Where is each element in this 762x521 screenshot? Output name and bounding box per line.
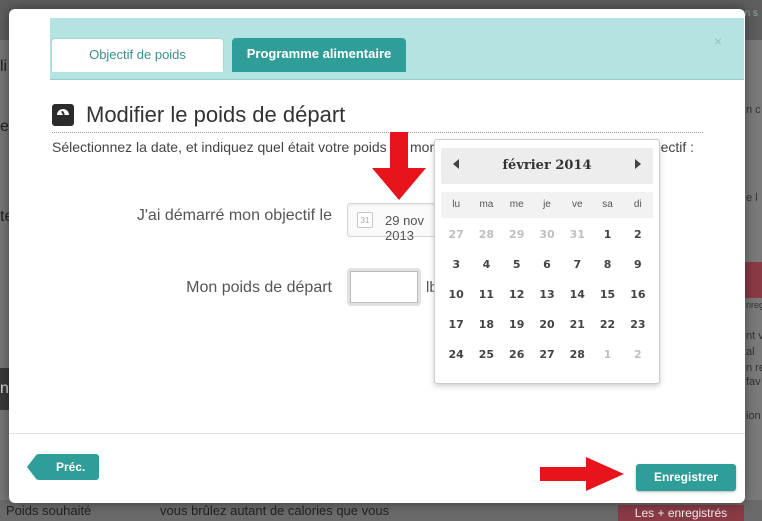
datepicker-day[interactable]: 17 [441,310,471,340]
previous-button[interactable]: Préc. [26,454,100,480]
datepicker-day[interactable]: 1 [592,340,622,370]
datepicker-day[interactable]: 25 [471,340,501,370]
datepicker-day[interactable]: 3 [441,250,471,280]
weekday-label: je [543,199,551,210]
datepicker-day[interactable]: 19 [502,310,532,340]
start-weight-field-wrapper [347,268,421,306]
datepicker-day[interactable]: 27 [532,340,562,370]
datepicker-day[interactable]: 21 [562,310,592,340]
tab-weight-goal[interactable]: Objectif de poids [51,38,224,72]
start-weight-label: Mon poids de départ [186,279,332,296]
background-bottom-left-text: Poids souhaité [6,503,92,518]
scale-icon [52,104,74,126]
background-right-text: al [746,346,755,358]
background-right-text: e l [746,192,758,204]
weekday-label: ma [479,199,494,210]
datepicker-day[interactable]: 20 [532,310,562,340]
background-bottom-center-text: vous brûlez autant de calories que vous [160,503,390,518]
datepicker-day[interactable]: 2 [623,340,653,370]
datepicker-day[interactable]: 14 [562,280,592,310]
weekday-label: ve [571,199,583,210]
chevron-right-icon[interactable] [635,159,641,169]
datepicker-day[interactable]: 10 [441,280,471,310]
background-right-red-block [744,262,762,298]
datepicker-day[interactable]: 30 [532,220,562,250]
weekday-label: lu [452,199,461,210]
datepicker-day[interactable]: 27 [441,220,471,250]
datepicker-day[interactable]: 7 [562,250,592,280]
datepicker-day[interactable]: 16 [623,280,653,310]
datepicker-day[interactable]: 28 [562,340,592,370]
tab-meal-plan[interactable]: Programme alimentaire [232,38,406,72]
datepicker-day[interactable]: 13 [532,280,562,310]
datepicker-day[interactable]: 1 [592,220,622,250]
page-title: Modifier le poids de départ [52,102,345,128]
datepicker-day[interactable]: 31 [562,220,592,250]
calendar-icon: 31 [357,212,373,228]
background-most-saved-button[interactable]: Les + enregistrés [618,505,744,521]
datepicker-day[interactable]: 8 [592,250,622,280]
datepicker-day[interactable]: 12 [502,280,532,310]
background-left-text: li [0,58,8,75]
close-icon[interactable]: × [714,34,722,48]
background-right-text: nregist [746,300,762,310]
datepicker-day[interactable]: 29 [502,220,532,250]
background-right-text: n re [746,362,762,374]
background-right-text: nt v [746,330,762,342]
down-arrow-annotation-icon [372,132,426,200]
datepicker-header: février 2014 [441,148,653,184]
datepicker-day[interactable]: 2 [623,220,653,250]
datepicker-day[interactable]: 6 [532,250,562,280]
page-title-text: Modifier le poids de départ [86,102,346,127]
datepicker-day[interactable]: 15 [592,280,622,310]
start-weight-input[interactable] [350,271,418,303]
datepicker-weekday-row: lu ma me je ve sa di [441,192,653,218]
background-right-text: fav [746,376,761,388]
footer-divider [9,433,745,434]
start-date-label: J'ai démarré mon objectif le [136,207,332,224]
weekday-label: sa [602,199,613,210]
datepicker-day-grid: 27 28 29 30 31 1 2 3 4 5 6 7 8 9 10 11 12 13 14 15 16 17 18 19 2… [441,220,653,370]
datepicker-popup: février 2014 lu ma me je ve sa di 27 28 29… [434,139,660,384]
datepicker-month-title: février 2014 [502,158,592,173]
background-right-text: ion [746,410,761,422]
save-button[interactable]: Enregistrer [636,464,736,491]
datepicker-day[interactable]: 18 [471,310,501,340]
edit-start-weight-dialog: × Objectif de poids Programme alimentair… [9,9,745,503]
datepicker-day[interactable]: 9 [623,250,653,280]
right-arrow-annotation-icon [540,457,624,491]
datepicker-day[interactable]: 23 [623,310,653,340]
background-right-text: n c [746,104,761,116]
datepicker-day[interactable]: 11 [471,280,501,310]
weekday-label: me [509,199,524,210]
datepicker-day[interactable]: 26 [502,340,532,370]
datepicker-day[interactable]: 5 [502,250,532,280]
datepicker-day[interactable]: 4 [471,250,501,280]
weekday-label: di [633,199,642,210]
datepicker-day[interactable]: 22 [592,310,622,340]
datepicker-day[interactable]: 28 [471,220,501,250]
datepicker-day[interactable]: 24 [441,340,471,370]
